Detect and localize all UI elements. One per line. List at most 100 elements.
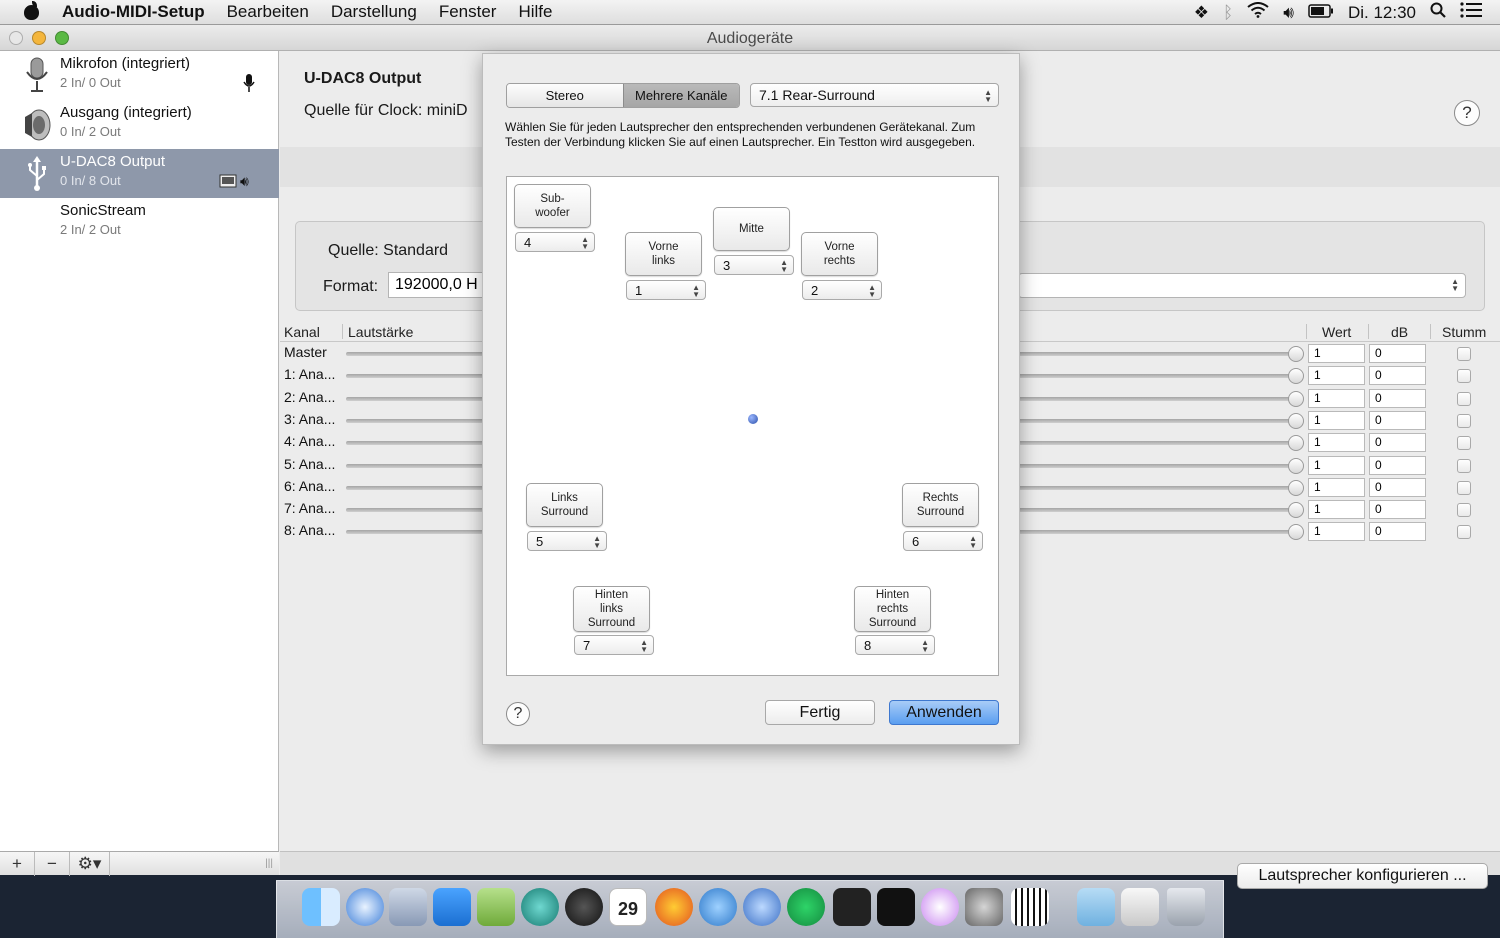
speaker-left-surround[interactable]: Links Surround <box>526 483 603 527</box>
menu-bearbeiten[interactable]: Bearbeiten <box>227 2 309 22</box>
tidal-icon[interactable] <box>877 888 915 926</box>
spotlight-search-icon[interactable] <box>1430 2 1446 23</box>
mute-checkbox[interactable] <box>1457 391 1471 406</box>
apple-menu-icon[interactable] <box>20 1 50 22</box>
channel-select-right-surround[interactable]: 6 ▲ ▼ <box>903 531 983 551</box>
folder-icon[interactable] <box>1077 888 1115 926</box>
mute-checkbox[interactable] <box>1457 436 1471 451</box>
equalizer-icon[interactable] <box>833 888 871 926</box>
db-field[interactable]: 0 <box>1369 522 1426 542</box>
calibre-icon[interactable] <box>521 888 559 926</box>
calendar-icon[interactable]: 29 <box>609 888 647 926</box>
audio-midi-icon[interactable] <box>1011 888 1049 926</box>
value-field[interactable]: 1 <box>1308 522 1365 542</box>
db-field[interactable]: 0 <box>1369 388 1426 408</box>
device-item-mikrofon[interactable]: Mikrofon (integriert) 2 In/ 0 Out <box>0 51 279 100</box>
menu-hilfe[interactable]: Hilfe <box>518 2 552 22</box>
firefox-icon[interactable] <box>655 888 693 926</box>
channel-select-front-right[interactable]: 2 ▲ ▼ <box>802 280 882 300</box>
speaker-rear-left-surround[interactable]: Hinten links Surround <box>573 586 650 632</box>
speaker-preset-select[interactable]: 7.1 Rear-Surround ▲ ▼ <box>750 83 999 107</box>
db-field[interactable]: 0 <box>1369 344 1426 363</box>
db-field[interactable]: 0 <box>1369 500 1426 520</box>
db-field[interactable]: 0 <box>1369 455 1426 475</box>
screen-icon[interactable] <box>1121 888 1159 926</box>
mute-checkbox[interactable] <box>1457 347 1471 361</box>
menu-darstellung[interactable]: Darstellung <box>331 2 417 22</box>
value-field[interactable]: 1 <box>1308 388 1365 408</box>
speaker-right-surround[interactable]: Rechts Surround <box>902 483 979 527</box>
volume-slider-knob[interactable] <box>1288 412 1304 429</box>
volume-slider-knob[interactable] <box>1288 390 1304 407</box>
value-field[interactable]: 1 <box>1308 455 1365 475</box>
add-device-button[interactable]: + <box>0 851 35 876</box>
gear-menu-button[interactable]: ⚙▾ <box>70 851 110 876</box>
mute-checkbox[interactable] <box>1457 503 1471 518</box>
help-button[interactable]: ? <box>1454 100 1480 126</box>
resize-handle[interactable]: ||| <box>265 858 273 869</box>
channel-select-rear-left-surround[interactable]: 7 ▲ ▼ <box>574 635 654 655</box>
notification-center-icon[interactable] <box>1460 2 1482 23</box>
trash-icon[interactable] <box>1167 888 1205 926</box>
configure-speakers-button[interactable]: Lautsprecher konfigurieren ... <box>1237 863 1488 889</box>
db-field[interactable]: 0 <box>1369 433 1426 453</box>
channel-select-left-surround[interactable]: 5 ▲ ▼ <box>527 531 607 551</box>
speaker-front-left[interactable]: Vorne links <box>625 232 702 276</box>
volume-slider-knob[interactable] <box>1288 457 1304 474</box>
music-score-icon[interactable] <box>477 888 515 926</box>
value-field[interactable]: 1 <box>1308 500 1365 520</box>
value-field[interactable]: 1 <box>1308 477 1365 497</box>
speaker-subwoofer[interactable]: Sub- woofer <box>514 184 591 228</box>
volume-slider-knob[interactable] <box>1288 346 1304 362</box>
value-field[interactable]: 1 <box>1308 410 1365 430</box>
tab-stereo[interactable]: Stereo <box>507 84 623 107</box>
volume-slider-knob[interactable] <box>1288 435 1304 452</box>
channel-select-front-left[interactable]: 1 ▲ ▼ <box>626 280 706 300</box>
channel-select-subwoofer[interactable]: 4 ▲ ▼ <box>515 232 595 252</box>
db-field[interactable]: 0 <box>1369 410 1426 430</box>
navigation-icon[interactable] <box>743 888 781 926</box>
db-field[interactable]: 0 <box>1369 366 1426 386</box>
mute-checkbox[interactable] <box>1457 413 1471 428</box>
mute-checkbox[interactable] <box>1457 480 1471 495</box>
value-field[interactable]: 1 <box>1308 366 1365 386</box>
font-book-icon[interactable] <box>565 888 603 926</box>
tab-multichannel[interactable]: Mehrere Kanäle <box>622 84 739 107</box>
menu-fenster[interactable]: Fenster <box>439 2 497 22</box>
system-preferences-icon[interactable] <box>965 888 1003 926</box>
bluetooth-icon[interactable]: ᛒ <box>1223 3 1233 23</box>
volume-slider-knob[interactable] <box>1288 368 1304 385</box>
device-item-u-dac8[interactable]: U-DAC8 Output 0 In/ 8 Out 🔊︎ <box>0 149 279 198</box>
apply-button[interactable]: Anwenden <box>889 700 999 725</box>
done-button[interactable]: Fertig <box>765 700 875 725</box>
sheet-help-button[interactable]: ? <box>506 702 530 726</box>
dropbox-status-icon[interactable]: ❖ <box>1194 3 1209 23</box>
finder-icon[interactable] <box>302 888 340 926</box>
format-popup[interactable]: ▲ ▼ <box>1018 273 1466 298</box>
channel-select-rear-right-surround[interactable]: 8 ▲ ▼ <box>855 635 935 655</box>
menu-app-name[interactable]: Audio-MIDI-Setup <box>62 2 205 22</box>
spotify-icon[interactable] <box>787 888 825 926</box>
volume-icon[interactable]: 🔊︎ <box>1283 3 1294 23</box>
speaker-rear-right-surround[interactable]: Hinten rechts Surround <box>854 586 931 632</box>
dropbox-icon[interactable] <box>433 888 471 926</box>
value-field[interactable]: 1 <box>1308 433 1365 453</box>
speaker-front-right[interactable]: Vorne rechts <box>801 232 878 276</box>
volume-slider-knob[interactable] <box>1288 479 1304 496</box>
device-item-ausgang[interactable]: Ausgang (integriert) 0 In/ 2 Out <box>0 100 279 149</box>
volume-slider-knob[interactable] <box>1288 502 1304 519</box>
itunes-icon[interactable] <box>921 888 959 926</box>
mute-checkbox[interactable] <box>1457 458 1471 473</box>
volume-slider-knob[interactable] <box>1288 524 1304 541</box>
menubar-clock[interactable]: Di. 12:30 <box>1348 3 1416 23</box>
safari-icon[interactable] <box>346 888 384 926</box>
format-select[interactable]: 192000,0 H <box>388 272 488 298</box>
speaker-center[interactable]: Mitte <box>713 207 790 251</box>
device-item-sonicstream[interactable]: SonicStream 2 In/ 2 Out <box>0 198 279 247</box>
channel-select-center[interactable]: 3 ▲ ▼ <box>714 255 794 275</box>
mute-checkbox[interactable] <box>1457 369 1471 384</box>
tweet-icon[interactable] <box>699 888 737 926</box>
remove-device-button[interactable]: − <box>35 851 70 876</box>
value-field[interactable]: 1 <box>1308 344 1365 363</box>
wifi-icon[interactable] <box>1247 2 1269 23</box>
